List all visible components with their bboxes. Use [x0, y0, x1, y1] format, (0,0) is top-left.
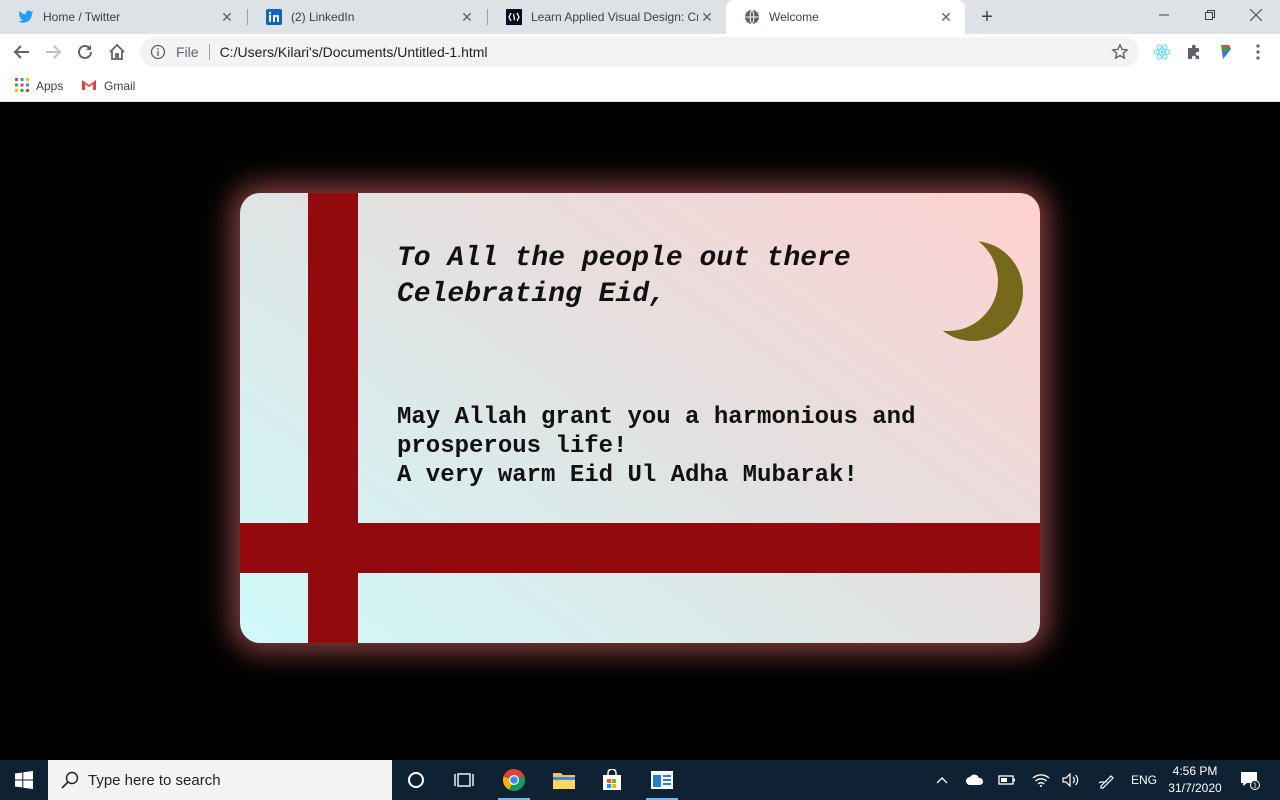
page-viewport: To All the people out there Celebrating … — [0, 103, 1280, 760]
notification-center-icon[interactable]: 1 — [1234, 760, 1266, 800]
chrome-taskbar-icon[interactable] — [490, 760, 538, 800]
gmail-icon — [81, 79, 97, 94]
greeting-line: To All the people out there — [397, 243, 851, 274]
menu-kebab-icon[interactable] — [1246, 40, 1270, 64]
freecodecamp-icon — [506, 9, 522, 25]
react-devtools-icon[interactable] — [1150, 40, 1174, 64]
greeting-line: Celebrating Eid, — [397, 279, 666, 310]
address-bar[interactable]: File C:/Users/Kilari's/Documents/Untitle… — [140, 37, 1139, 67]
tab-linkedin[interactable]: (2) LinkedIn ✕ — [248, 0, 486, 34]
bookmarks-bar: Apps Gmail — [0, 70, 1280, 102]
tab-twitter[interactable]: Home / Twitter ✕ — [0, 0, 246, 34]
language-indicator[interactable]: ENG — [1126, 760, 1162, 800]
back-arrow-icon[interactable] — [8, 38, 36, 66]
windows-start-icon[interactable] — [0, 760, 48, 800]
taskbar-search-box[interactable]: Type here to search — [48, 760, 392, 800]
cortana-icon[interactable] — [392, 760, 440, 800]
close-window-icon[interactable] — [1233, 0, 1279, 30]
pen-icon[interactable] — [1094, 760, 1120, 800]
apps-grid-icon — [15, 77, 29, 95]
tab-welcome[interactable]: Welcome ✕ — [726, 0, 965, 34]
extension-icon[interactable] — [1214, 40, 1238, 64]
bookmark-star-icon[interactable] — [1111, 43, 1129, 61]
tab-title: Welcome — [769, 10, 819, 24]
twitter-icon — [18, 9, 34, 25]
wifi-icon[interactable] — [1028, 760, 1054, 800]
tab-freecodecamp[interactable]: Learn Applied Visual Design: Cre ✕ — [488, 0, 726, 34]
greeting-message: May Allah grant you a harmonious and pro… — [397, 403, 977, 490]
search-placeholder: Type here to search — [88, 771, 221, 789]
tab-title: (2) LinkedIn — [291, 10, 355, 24]
notification-count: 1 — [1253, 783, 1257, 790]
linkedin-icon — [266, 9, 282, 25]
close-tab-icon[interactable]: ✕ — [218, 8, 236, 26]
file-explorer-icon[interactable] — [540, 760, 588, 800]
search-icon — [60, 770, 80, 790]
greeting-heading: To All the people out there Celebrating … — [397, 241, 877, 313]
forward-arrow-icon[interactable] — [39, 38, 67, 66]
url-text[interactable]: C:/Users/Kilari's/Documents/Untitled-1.h… — [220, 44, 1111, 60]
system-clock[interactable]: 4:56 PM 31/7/2020 — [1163, 763, 1227, 797]
restore-icon[interactable] — [1187, 0, 1233, 30]
close-tab-icon[interactable]: ✕ — [698, 8, 716, 26]
clock-date: 31/7/2020 — [1168, 781, 1222, 795]
minimize-icon[interactable] — [1141, 0, 1187, 30]
bookmark-apps[interactable]: Apps — [15, 76, 63, 96]
info-icon[interactable] — [150, 44, 166, 60]
bookmark-label: Gmail — [104, 79, 136, 93]
microsoft-store-icon[interactable] — [588, 760, 636, 800]
message-line: May Allah grant you a harmonious and — [397, 404, 916, 431]
clock-time: 4:56 PM — [1172, 764, 1218, 778]
ribbon-vertical — [308, 193, 358, 643]
tab-strip: Home / Twitter ✕ (2) LinkedIn ✕ Learn Ap… — [0, 0, 1280, 34]
show-hidden-icons-chevron-icon[interactable] — [930, 760, 954, 800]
extensions-puzzle-icon[interactable] — [1182, 40, 1206, 64]
tab-title: Home / Twitter — [43, 10, 121, 24]
task-view-icon[interactable] — [440, 760, 488, 800]
message-line: prosperous life! — [397, 433, 628, 460]
browser-toolbar: File C:/Users/Kilari's/Documents/Untitle… — [0, 34, 1280, 70]
bookmark-gmail[interactable]: Gmail — [81, 76, 135, 96]
crescent-moon-icon — [898, 231, 998, 331]
globe-icon — [744, 9, 760, 25]
close-tab-icon[interactable]: ✕ — [458, 8, 476, 26]
windows-taskbar: Type here to search ENG 4:56 PM 31/7/202… — [0, 760, 1280, 800]
reload-icon[interactable] — [71, 38, 99, 66]
new-tab-button[interactable]: + — [975, 5, 999, 29]
tab-title: Learn Applied Visual Design: Cre — [531, 10, 698, 24]
omnibox-divider — [208, 44, 210, 60]
battery-icon[interactable] — [994, 760, 1020, 800]
onedrive-icon[interactable] — [962, 760, 988, 800]
bookmark-label: Apps — [36, 79, 64, 93]
eid-greeting-card: To All the people out there Celebrating … — [240, 193, 1040, 643]
home-icon[interactable] — [103, 38, 131, 66]
message-line: A very warm Eid Ul Adha Mubarak! — [397, 462, 858, 489]
close-tab-icon[interactable]: ✕ — [937, 8, 955, 26]
ribbon-horizontal — [240, 523, 1040, 573]
file-scheme-label: File — [176, 44, 199, 60]
volume-icon[interactable] — [1058, 760, 1084, 800]
app-window-icon[interactable] — [638, 760, 686, 800]
